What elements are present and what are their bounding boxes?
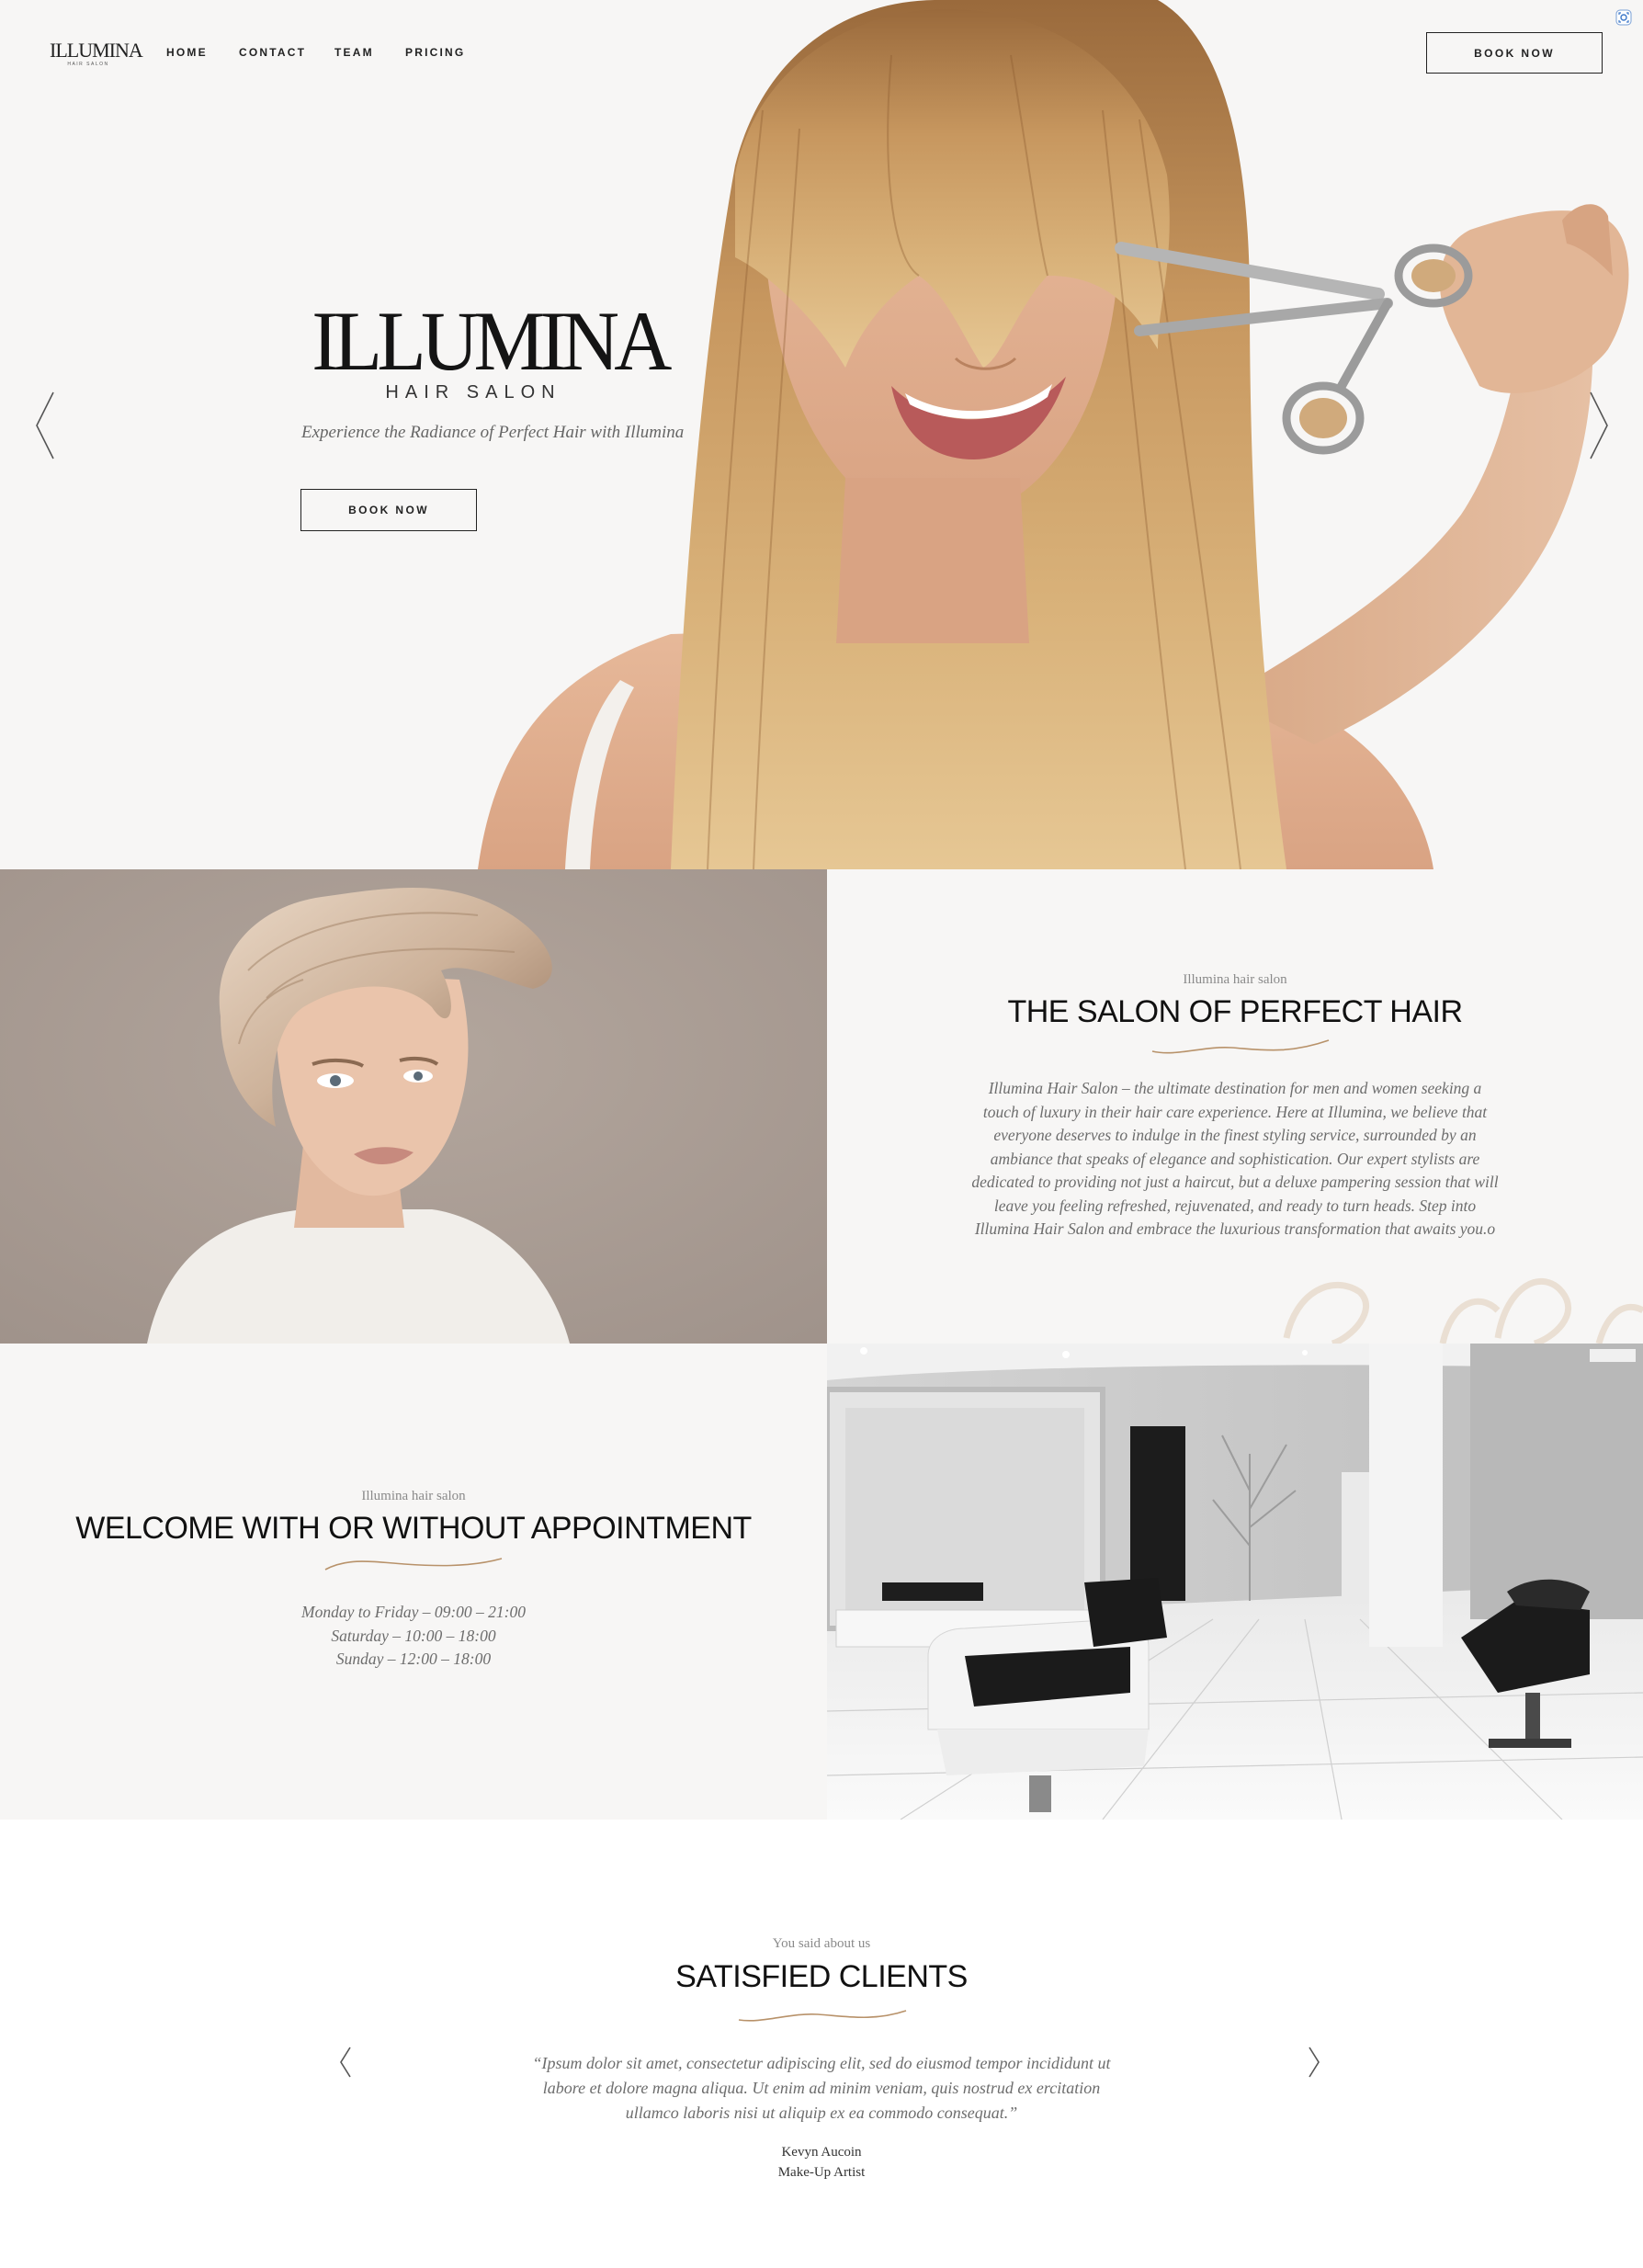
hours-eyebrow: Illumina hair salon [361, 1489, 466, 1503]
site-logo[interactable]: ILLUMINA HAIR SALON [50, 39, 143, 68]
about-image [0, 869, 827, 1344]
swash-divider-icon [738, 2010, 907, 2022]
chevron-left-icon[interactable] [338, 2046, 353, 2079]
opening-hours: Monday to Friday – 09:00 – 21:00 Saturda… [0, 1601, 827, 1672]
about-line: leave you feeling refreshed, rejuvenated… [993, 1196, 1477, 1215]
expand-icon[interactable] [1615, 9, 1632, 26]
chevron-right-icon[interactable] [1307, 2046, 1321, 2079]
short-hair-portrait [0, 869, 827, 1344]
hero-book-now-button[interactable]: BOOK NOW [300, 489, 477, 531]
testimonial-author: Kevyn Aucoin [781, 2145, 862, 2160]
quote-line: ullamco laboris nisi ut aliquip ex ea co… [625, 2104, 1018, 2122]
logo-subtext: HAIR SALON [67, 62, 109, 67]
hero-title: ILLUMINA [312, 294, 672, 388]
salon-interior-scene [827, 1344, 1643, 1820]
about-line: dedicated to providing not just a haircu… [971, 1173, 1499, 1191]
about-line: ambiance that speaks of elegance and sop… [990, 1149, 1480, 1168]
decorative-ornament [1283, 1278, 1643, 1344]
swash-divider-icon [1151, 1039, 1330, 1054]
about-heading: THE SALON OF PERFECT HAIR [1007, 994, 1463, 1029]
chevron-left-icon[interactable] [33, 391, 57, 460]
testimonial-role: Make-Up Artist [777, 2165, 866, 2180]
salon-interior-image [827, 1344, 1643, 1820]
top-navigation: ILLUMINA HAIR SALON HOME CONTACT TEAM PR… [0, 0, 1643, 106]
hours-heading: WELCOME WITH OR WITHOUT APPOINTMENT [75, 1511, 752, 1546]
hours-section: Illumina hair salon WELCOME WITH OR WITH… [0, 1344, 827, 1820]
nav-link-home[interactable]: HOME [166, 46, 208, 59]
nav-link-team[interactable]: TEAM [334, 46, 374, 59]
nav-link-pricing[interactable]: PRICING [405, 46, 465, 59]
about-body: Illumina Hair Salon – the ultimate desti… [946, 1077, 1524, 1242]
hero-tagline: Experience the Radiance of Perfect Hair … [301, 423, 685, 442]
quote-line: “Ipsum dolor sit amet, consectetur adipi… [532, 2054, 1111, 2072]
logo-text: ILLUMINA [50, 39, 143, 62]
testimonials-eyebrow: You said about us [772, 1936, 871, 1951]
hours-line: Monday to Friday – 09:00 – 21:00 [301, 1603, 526, 1621]
swash-divider-icon [324, 1558, 503, 1571]
about-line: everyone deserves to indulge in the fine… [993, 1126, 1477, 1144]
nav-book-now-button[interactable]: BOOK NOW [1426, 32, 1603, 74]
hours-line: Saturday – 10:00 – 18:00 [331, 1626, 496, 1645]
hero-section: ILLUMINA HAIR SALON HOME CONTACT TEAM PR… [0, 0, 1643, 869]
about-line: Illumina Hair Salon – the ultimate desti… [988, 1079, 1482, 1097]
testimonials-heading: SATISFIED CLIENTS [675, 1959, 968, 1994]
about-line: touch of luxury in their hair care exper… [982, 1102, 1488, 1121]
about-line: Illumina Hair Salon and embrace the luxu… [974, 1219, 1496, 1238]
about-section: Illumina hair salon THE SALON OF PERFECT… [827, 869, 1643, 1344]
chevron-right-icon[interactable] [1587, 391, 1611, 460]
testimonial-quote: “Ipsum dolor sit amet, consectetur adipi… [459, 2051, 1184, 2126]
nav-link-contact[interactable]: CONTACT [239, 46, 306, 59]
about-eyebrow: Illumina hair salon [1183, 972, 1287, 987]
hero-brand: ILLUMINA HAIR SALON [303, 294, 672, 403]
testimonials-section: You said about us SATISFIED CLIENTS “Ips… [0, 1820, 1643, 2268]
hours-line: Sunday – 12:00 – 18:00 [335, 1650, 492, 1668]
quote-line: labore et dolore magna aliqua. Ut enim a… [542, 2079, 1101, 2097]
